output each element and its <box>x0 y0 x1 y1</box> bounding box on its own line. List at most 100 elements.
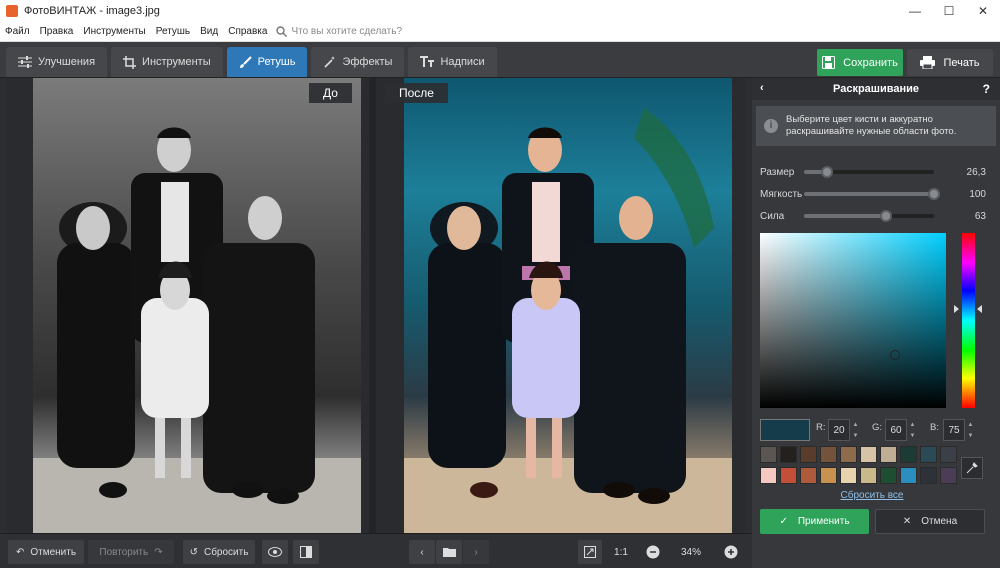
color-swatch[interactable] <box>780 466 797 484</box>
prev-button[interactable]: ‹ <box>409 540 435 564</box>
fit-screen-button[interactable] <box>578 540 602 564</box>
chevron-left-icon: ‹ <box>420 546 424 558</box>
strength-label: Сила <box>760 210 785 222</box>
tab-improvements[interactable]: Улучшения <box>6 47 108 77</box>
r-spinner[interactable]: ▲ ▼ <box>851 419 860 441</box>
color-field-cursor[interactable] <box>890 350 900 360</box>
strength-slider-handle[interactable] <box>879 210 892 222</box>
menu-edit[interactable]: Правка <box>35 26 79 37</box>
compare-button[interactable] <box>293 540 319 564</box>
softness-slider-handle[interactable] <box>928 188 940 200</box>
search-box[interactable]: Что вы хотите сделать? <box>276 26 402 37</box>
color-swatch[interactable] <box>780 446 797 463</box>
softness-slider-row: Мягкость 100 <box>760 187 992 201</box>
actual-size-label: 1:1 <box>614 546 628 558</box>
save-button[interactable]: Сохранить <box>817 49 903 76</box>
strength-slider[interactable] <box>804 210 934 222</box>
r-input[interactable]: 20 <box>828 419 850 441</box>
eyedropper-button[interactable] <box>961 457 983 479</box>
tab-retouch[interactable]: Ретушь <box>226 47 308 77</box>
undo-button[interactable]: ↶ Отменить <box>8 540 84 564</box>
softness-value: 100 <box>969 188 986 200</box>
next-button[interactable]: › <box>463 540 489 564</box>
menu-help[interactable]: Справка <box>223 26 272 37</box>
color-swatch[interactable] <box>860 446 877 463</box>
back-arrow-icon[interactable]: ‹ <box>760 82 764 94</box>
color-swatch[interactable] <box>840 446 857 463</box>
color-swatch[interactable] <box>820 446 837 463</box>
color-swatch[interactable] <box>800 466 817 484</box>
hue-arrow-left-icon <box>954 305 959 313</box>
b-spinner[interactable]: ▲ ▼ <box>966 419 975 441</box>
color-swatch[interactable] <box>760 446 777 463</box>
color-swatch[interactable] <box>920 466 937 484</box>
minimize-icon[interactable]: — <box>898 0 932 22</box>
b-input[interactable]: 75 <box>943 419 965 441</box>
color-swatch[interactable] <box>900 466 917 484</box>
close-icon[interactable]: ✕ <box>966 0 1000 22</box>
reset-button[interactable]: ↺ Сбросить <box>183 540 255 564</box>
actual-size-button[interactable]: 1:1 <box>608 540 634 564</box>
softness-slider[interactable] <box>804 188 940 200</box>
hue-slider[interactable] <box>962 233 975 408</box>
r-label: R: <box>816 422 826 433</box>
color-swatch[interactable] <box>880 466 897 484</box>
menu-view[interactable]: Вид <box>195 26 223 37</box>
color-swatch[interactable] <box>900 446 917 463</box>
info-text: Выберите цвет кисти и аккуратно раскраши… <box>786 114 957 137</box>
floppy-icon <box>822 56 836 69</box>
size-label: Размер <box>760 166 795 178</box>
tab-captions[interactable]: Надписи <box>408 47 497 77</box>
color-swatch[interactable] <box>840 466 857 484</box>
window-title: ФотоВИНТАЖ - image3.jpg <box>24 5 160 17</box>
strength-value: 63 <box>974 210 986 222</box>
info-icon: i <box>764 119 778 133</box>
menu-retouch[interactable]: Ретушь <box>151 26 195 37</box>
eyedropper-icon <box>966 462 978 474</box>
menu-file[interactable]: Файл <box>0 26 35 37</box>
preview-toggle-button[interactable] <box>262 540 288 564</box>
photo-viewport[interactable]: До После <box>6 78 746 533</box>
color-swatch[interactable] <box>820 466 837 484</box>
redo-button[interactable]: Повторить ↷ <box>88 540 174 564</box>
g-label: G: <box>872 422 883 433</box>
reset-icon: ↺ <box>189 546 198 558</box>
before-photo[interactable] <box>33 78 361 533</box>
size-slider[interactable] <box>804 166 934 178</box>
tab-effects[interactable]: Эффекты <box>311 47 405 77</box>
tab-retouch-label: Ретушь <box>257 56 296 68</box>
zoom-in-button[interactable] <box>720 540 742 564</box>
color-swatch[interactable] <box>800 446 817 463</box>
color-swatch[interactable] <box>940 446 957 463</box>
color-swatch[interactable] <box>920 446 937 463</box>
size-slider-handle[interactable] <box>821 166 834 178</box>
split-view-icon <box>300 546 312 558</box>
help-icon[interactable]: ? <box>983 82 990 96</box>
open-folder-button[interactable] <box>436 540 462 564</box>
strength-slider-row: Сила 63 <box>760 209 992 223</box>
before-label: До <box>309 83 352 103</box>
color-swatch[interactable] <box>880 446 897 463</box>
b-label: B: <box>930 422 939 433</box>
g-spinner[interactable]: ▲ ▼ <box>908 419 917 441</box>
apply-button[interactable]: ✓ Применить <box>760 509 869 534</box>
current-color-swatch <box>760 419 810 441</box>
fit-screen-icon <box>584 546 596 558</box>
maximize-icon[interactable]: ☐ <box>932 0 966 22</box>
zoom-out-button[interactable] <box>642 540 664 564</box>
search-icon <box>276 26 288 37</box>
colorize-panel: ‹ Раскрашивание ? i Выберите цвет кисти … <box>752 78 1000 568</box>
color-swatch[interactable] <box>860 466 877 484</box>
print-button[interactable]: Печать <box>907 49 993 76</box>
reset-all-link[interactable]: Сбросить все <box>752 490 992 501</box>
color-swatch[interactable] <box>760 466 777 484</box>
printer-icon <box>920 56 936 69</box>
tab-tools[interactable]: Инструменты <box>111 47 223 77</box>
cancel-button[interactable]: ✕ Отмена <box>875 509 985 534</box>
plus-circle-icon <box>724 545 738 559</box>
g-input[interactable]: 60 <box>885 419 907 441</box>
color-swatch[interactable] <box>940 466 957 484</box>
menu-tools[interactable]: Инструменты <box>78 26 150 37</box>
color-field[interactable] <box>760 233 946 408</box>
after-photo[interactable] <box>404 78 732 533</box>
